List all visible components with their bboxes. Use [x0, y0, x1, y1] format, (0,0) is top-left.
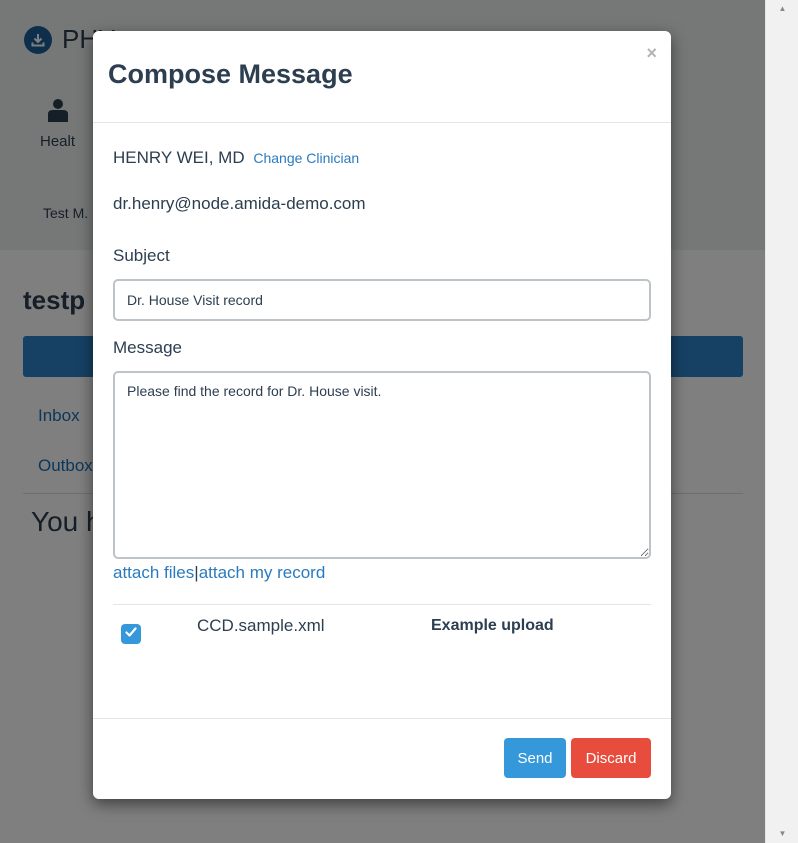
change-clinician-link[interactable]: Change Clinician	[253, 150, 359, 166]
scrollbar[interactable]: ▲ ▼	[765, 0, 798, 843]
discard-button[interactable]: Discard	[571, 738, 651, 778]
checkmark-icon	[124, 625, 138, 644]
attachment-filename: CCD.sample.xml	[197, 616, 325, 635]
attach-files-link[interactable]: attach files	[113, 563, 194, 582]
attachment-description: Example upload	[431, 617, 554, 634]
attach-links: attach files|attach my record	[113, 563, 325, 583]
subject-label: Subject	[113, 246, 170, 265]
modal-title: Compose Message	[108, 59, 353, 89]
modal-header: Compose Message ×	[93, 31, 671, 123]
message-label: Message	[113, 338, 182, 357]
attach-my-record-link[interactable]: attach my record	[199, 563, 326, 582]
attachment-checkbox[interactable]	[121, 624, 141, 644]
clinician-name: HENRY WEI, MD	[113, 148, 245, 167]
modal-footer-divider	[93, 718, 671, 719]
attachments-divider	[113, 604, 651, 605]
clinician-row: HENRY WEI, MD Change Clinician	[113, 148, 359, 168]
subject-input[interactable]	[113, 279, 651, 321]
clinician-email: dr.henry@node.amida-demo.com	[113, 194, 366, 213]
compose-message-modal: Compose Message × HENRY WEI, MD Change C…	[93, 31, 671, 799]
scroll-up-arrow-icon[interactable]: ▲	[766, 2, 798, 16]
send-button[interactable]: Send	[504, 738, 566, 778]
close-icon[interactable]: ×	[646, 43, 657, 64]
scroll-down-arrow-icon[interactable]: ▼	[766, 827, 798, 841]
message-textarea[interactable]: Please find the record for Dr. House vis…	[113, 371, 651, 559]
